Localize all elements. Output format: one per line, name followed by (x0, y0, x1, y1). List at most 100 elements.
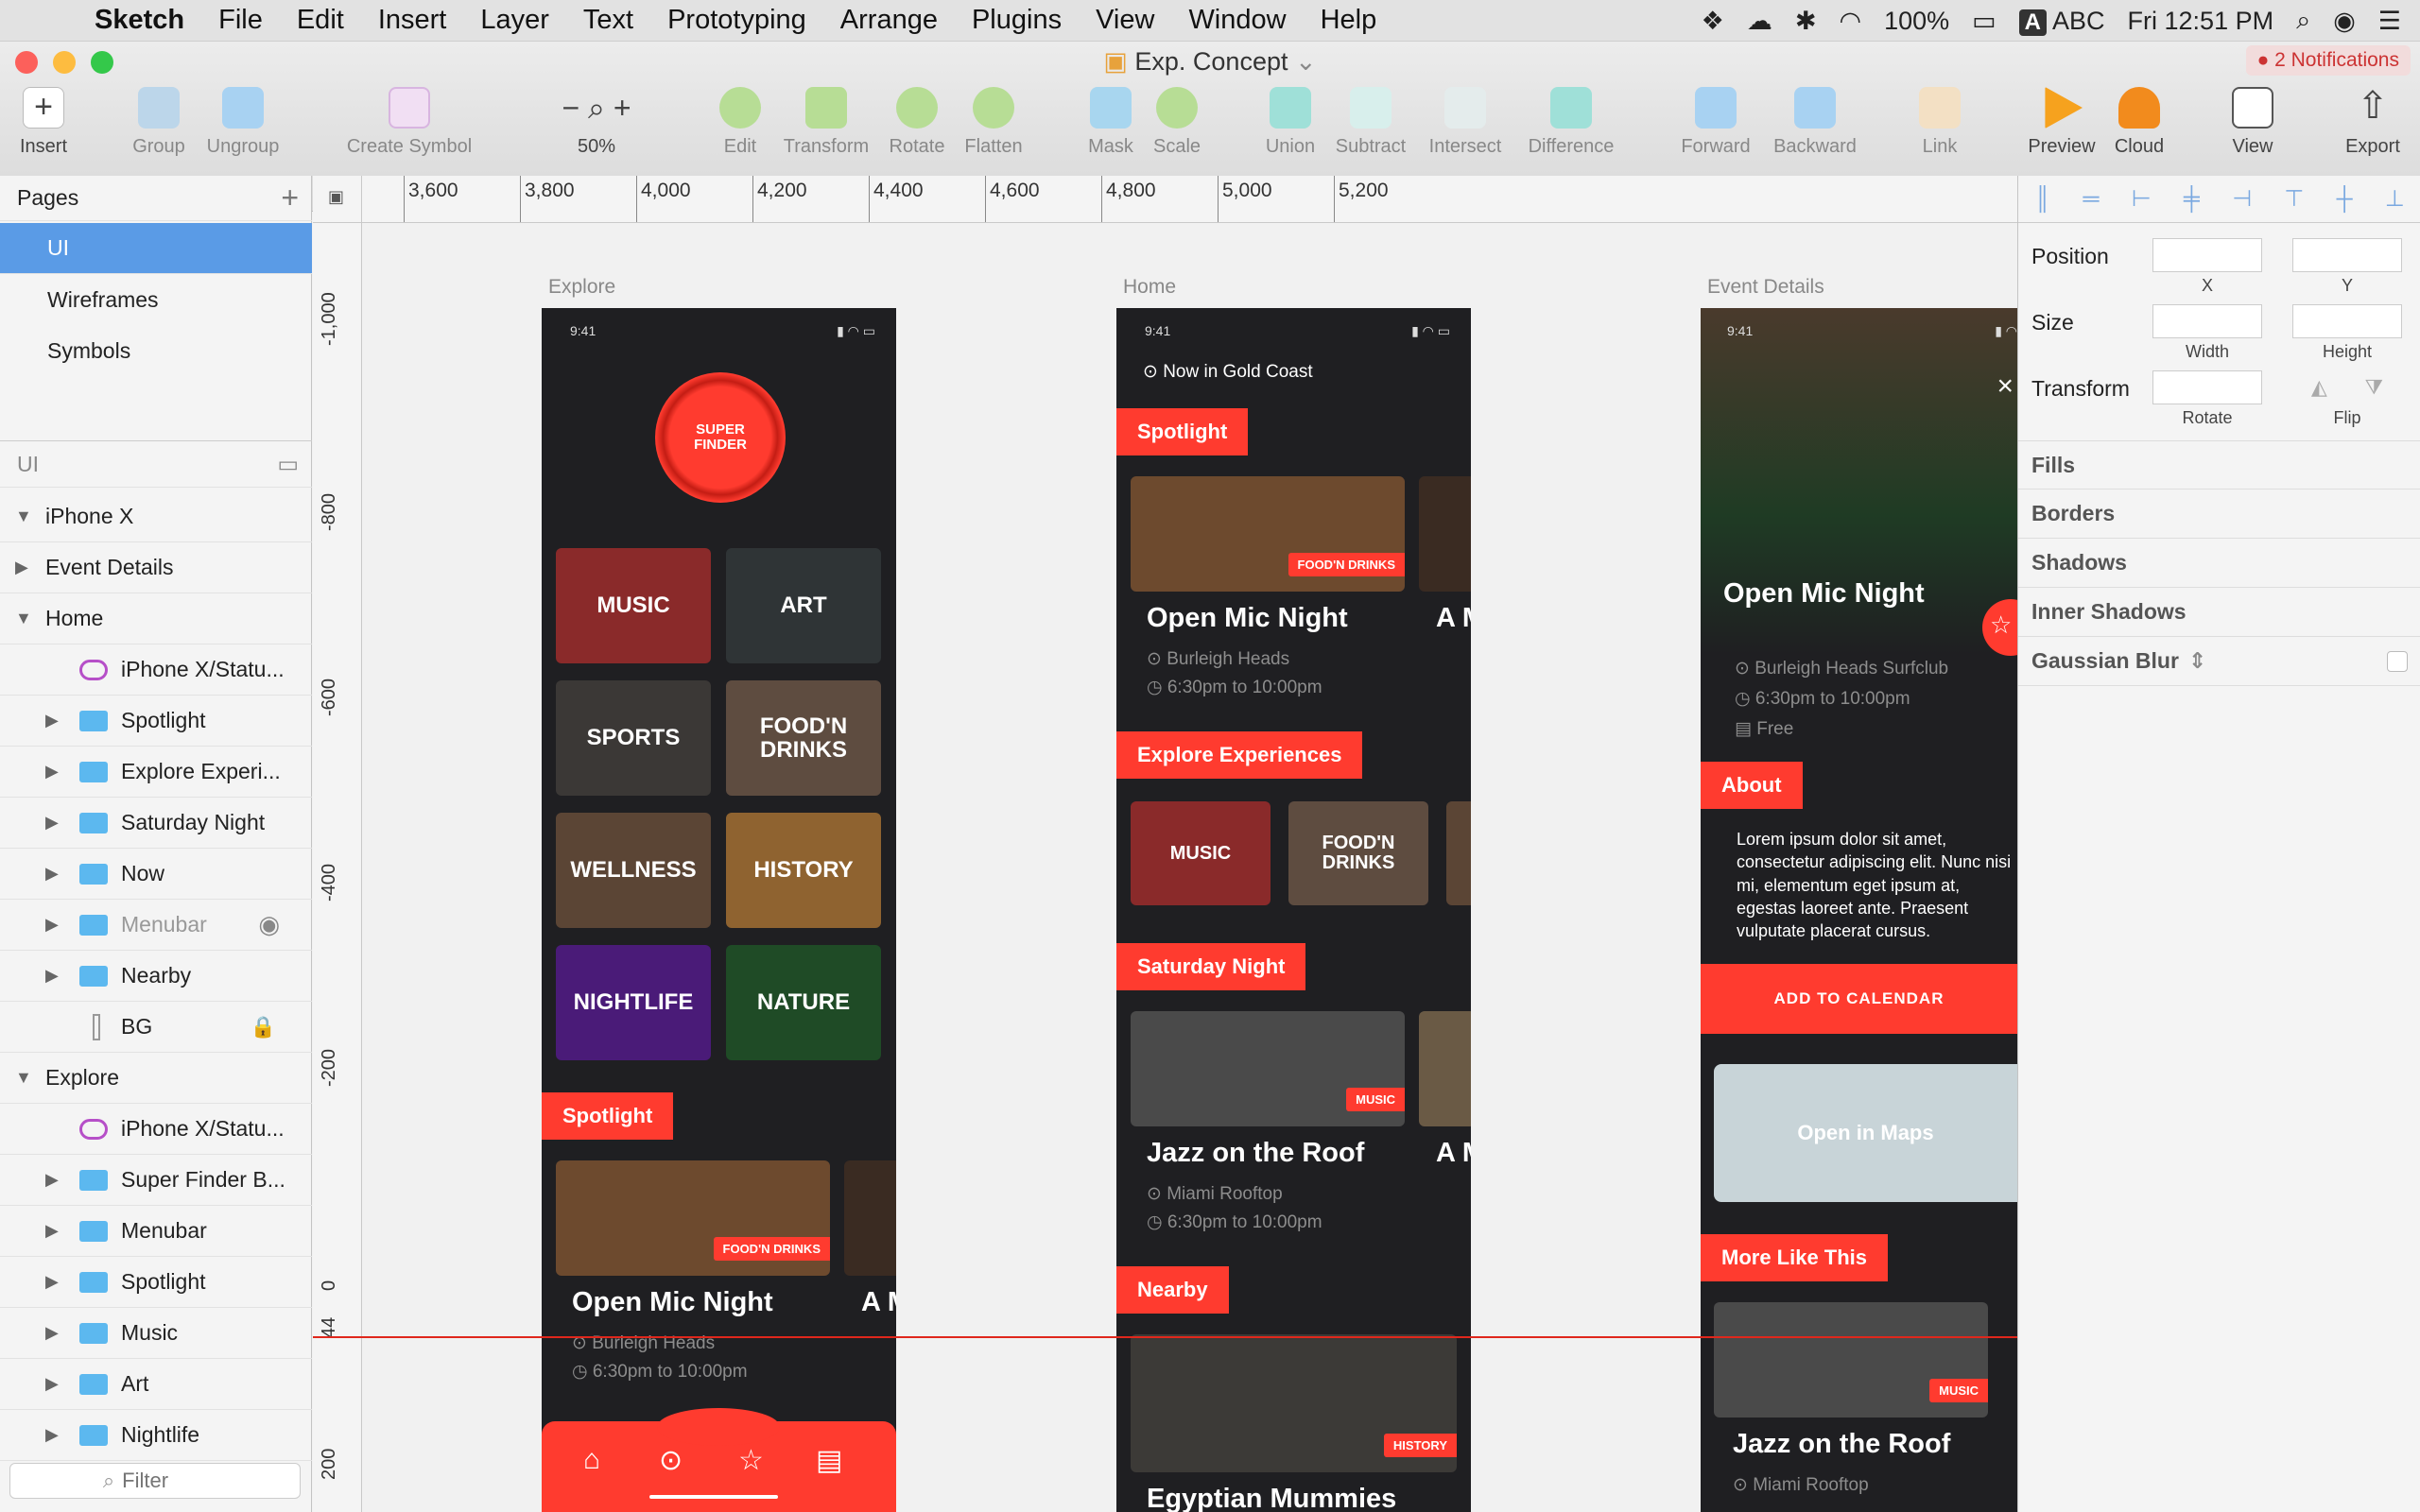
artboard-event-details[interactable]: 9:41 ▮ ◠ × Open Mic Night ☆ ⊙ Burleigh H… (1701, 308, 2017, 1512)
preview-button[interactable]: Preview (2023, 87, 2100, 158)
flatten-button[interactable]: Flatten (959, 87, 1028, 158)
width-input[interactable] (2152, 304, 2262, 338)
dropbox-icon[interactable]: ❖ (1702, 7, 1724, 36)
menu-plugins[interactable]: Plugins (972, 5, 1062, 36)
disclosure-closed-icon[interactable]: ▶ (45, 915, 62, 935)
disclosure-closed-icon[interactable]: ▶ (45, 966, 62, 986)
chevron-updown-icon[interactable]: ⇕ (2188, 648, 2206, 674)
layer-artboard-home[interactable]: ▼ Home (0, 593, 312, 644)
ungroup-button[interactable]: Ungroup (200, 87, 285, 158)
page-item-ui[interactable]: UI (0, 223, 312, 274)
category-tile-food-drinks[interactable]: FOOD'N DRINKS (726, 680, 881, 796)
transform-button[interactable]: Transform (777, 87, 875, 158)
layer-group-menubar[interactable]: ▶ Menubar (0, 1206, 312, 1257)
scale-button[interactable]: Scale (1148, 87, 1206, 158)
close-icon[interactable]: × (1996, 370, 2014, 403)
event-card-image[interactable]: HISTORY (1131, 1334, 1457, 1472)
disclosure-closed-icon[interactable]: ▶ (45, 1221, 62, 1241)
current-location[interactable]: ⊙ Now in Gold Coast (1143, 361, 1313, 383)
menu-view[interactable]: View (1096, 5, 1154, 36)
experience-tile-food-drinks[interactable]: FOOD'N DRINKS (1288, 801, 1428, 905)
layer-group-nightlife[interactable]: ▶ Nightlife (0, 1410, 312, 1461)
horizontal-ruler[interactable]: 3,600 3,800 4,000 4,200 4,400 4,600 4,80… (362, 176, 2017, 223)
event-card-image[interactable]: MUSIC (1714, 1302, 1988, 1418)
super-finder-button[interactable]: SUPER FINDER (655, 372, 786, 503)
union-button[interactable]: Union (1257, 87, 1323, 158)
collapse-layers-icon[interactable]: ▭ (277, 451, 299, 478)
star-icon[interactable]: ☆ (738, 1444, 764, 1477)
zoom-out-button[interactable]: − (562, 91, 579, 125)
disclosure-closed-icon[interactable]: ▶ (45, 1323, 62, 1343)
disclosure-closed-icon[interactable]: ▶ (45, 1170, 62, 1190)
add-to-calendar-button[interactable]: ADD TO CALENDAR (1701, 964, 2017, 1034)
artboard-home[interactable]: 9:41 ▮ ◠ ▭ ⊙ Now in Gold Coast Spotlight… (1116, 308, 1471, 1512)
chevron-down-icon[interactable]: ⌄ (1295, 47, 1317, 76)
layer-group-spotlight-2[interactable]: ▶ Spotlight (0, 1257, 312, 1308)
blur-enable-checkbox[interactable] (2387, 650, 2408, 672)
disclosure-open-icon[interactable]: ▼ (15, 1068, 32, 1088)
menu-text[interactable]: Text (583, 5, 633, 36)
align-center-icon[interactable]: ╪ (2184, 186, 2200, 213)
category-tile-sports[interactable]: SPORTS (556, 680, 711, 796)
home-icon[interactable]: ⌂ (583, 1444, 600, 1476)
menu-file[interactable]: File (218, 5, 263, 36)
disclosure-closed-icon[interactable]: ▶ (45, 1272, 62, 1292)
section-shadows[interactable]: Shadows (2018, 539, 2420, 588)
event-card-image[interactable]: MUSIC (1131, 1011, 1405, 1126)
insert-button[interactable]: + Insert (13, 87, 74, 158)
input-source[interactable]: A ABC (2018, 7, 2105, 36)
forward-button[interactable]: Forward (1677, 87, 1754, 158)
ruler-corner-lock[interactable]: ▣ (313, 176, 362, 223)
layer-group-super-finder[interactable]: ▶ Super Finder B... (0, 1155, 312, 1206)
disclosure-closed-icon[interactable]: ▶ (45, 711, 62, 730)
category-tile-nightlife[interactable]: NIGHTLIFE (556, 945, 711, 1060)
experience-tile-music[interactable]: MUSIC (1131, 801, 1270, 905)
location-pin-icon[interactable]: ⊙ (659, 1444, 683, 1477)
artboard-explore[interactable]: 9:41 ▮ ◠ ▭ SUPER FINDER MUSIC ART SPORTS… (542, 308, 896, 1512)
disclosure-closed-icon[interactable]: ▶ (45, 1425, 62, 1445)
zoom-in-button[interactable]: + (614, 91, 631, 125)
link-button[interactable]: Link (1913, 87, 1966, 158)
open-in-maps-button[interactable]: Open in Maps (1714, 1064, 2017, 1202)
intersect-button[interactable]: Intersect (1422, 87, 1509, 158)
backward-button[interactable]: Backward (1768, 87, 1862, 158)
disclosure-closed-icon[interactable]: ▶ (45, 813, 62, 833)
rotate-button[interactable]: Rotate (883, 87, 951, 158)
menu-layer[interactable]: Layer (480, 5, 549, 36)
group-button[interactable]: Group (127, 87, 191, 158)
section-inner-shadows[interactable]: Inner Shadows (2018, 588, 2420, 637)
view-button[interactable]: View (2220, 87, 2286, 158)
artboard-label-explore[interactable]: Explore (548, 276, 615, 299)
rotate-input[interactable] (2152, 370, 2262, 404)
menu-edit[interactable]: Edit (297, 5, 344, 36)
layer-group-music[interactable]: ▶ Music (0, 1308, 312, 1359)
layer-artboard-event-details[interactable]: ▶ Event Details (0, 542, 312, 593)
layer-group-art[interactable]: ▶ Art (0, 1359, 312, 1410)
layer-group-now[interactable]: ▶ Now (0, 849, 312, 900)
disclosure-closed-icon[interactable]: ▶ (15, 558, 32, 577)
difference-button[interactable]: Difference (1516, 87, 1626, 158)
subtract-button[interactable]: Subtract (1327, 87, 1414, 158)
artboard-label-event-details[interactable]: Event Details (1707, 276, 1824, 299)
disclosure-closed-icon[interactable]: ▶ (45, 762, 62, 782)
section-gaussian-blur[interactable]: Gaussian Blur ⇕ (2018, 637, 2420, 686)
layer-group-nearby[interactable]: ▶ Nearby (0, 951, 312, 1002)
ruler-guide-line[interactable] (313, 1336, 2017, 1338)
notifications-badge[interactable]: ● 2 Notifications (2245, 45, 2411, 76)
wifi-icon[interactable]: ◠ (1840, 7, 1862, 36)
page-item-symbols[interactable]: Symbols (0, 325, 312, 376)
create-symbol-button[interactable]: Create Symbol (340, 87, 478, 158)
battery-percent[interactable]: 100% (1884, 7, 1949, 36)
artboard-label-home[interactable]: Home (1123, 276, 1176, 299)
spotlight-search-icon[interactable]: ⌕ (2296, 6, 2310, 36)
event-card-image-peek[interactable] (1419, 1011, 1471, 1126)
layer-bg-locked[interactable]: BG 🔒 (0, 1002, 312, 1053)
menu-insert[interactable]: Insert (378, 5, 447, 36)
notification-center-icon[interactable]: ☰ (2378, 7, 2401, 36)
layer-group-menubar-hidden[interactable]: ▶ Menubar ◉ (0, 900, 312, 951)
align-top-icon[interactable]: ⊤ (2284, 185, 2304, 213)
layer-artboard-explore[interactable]: ▼ Explore (0, 1053, 312, 1104)
layer-group-explore-experiences[interactable]: ▶ Explore Experi... (0, 747, 312, 798)
align-left-icon[interactable]: ⊢ (2132, 185, 2152, 213)
flip-vertical-icon[interactable]: ⧩ (2365, 375, 2384, 400)
